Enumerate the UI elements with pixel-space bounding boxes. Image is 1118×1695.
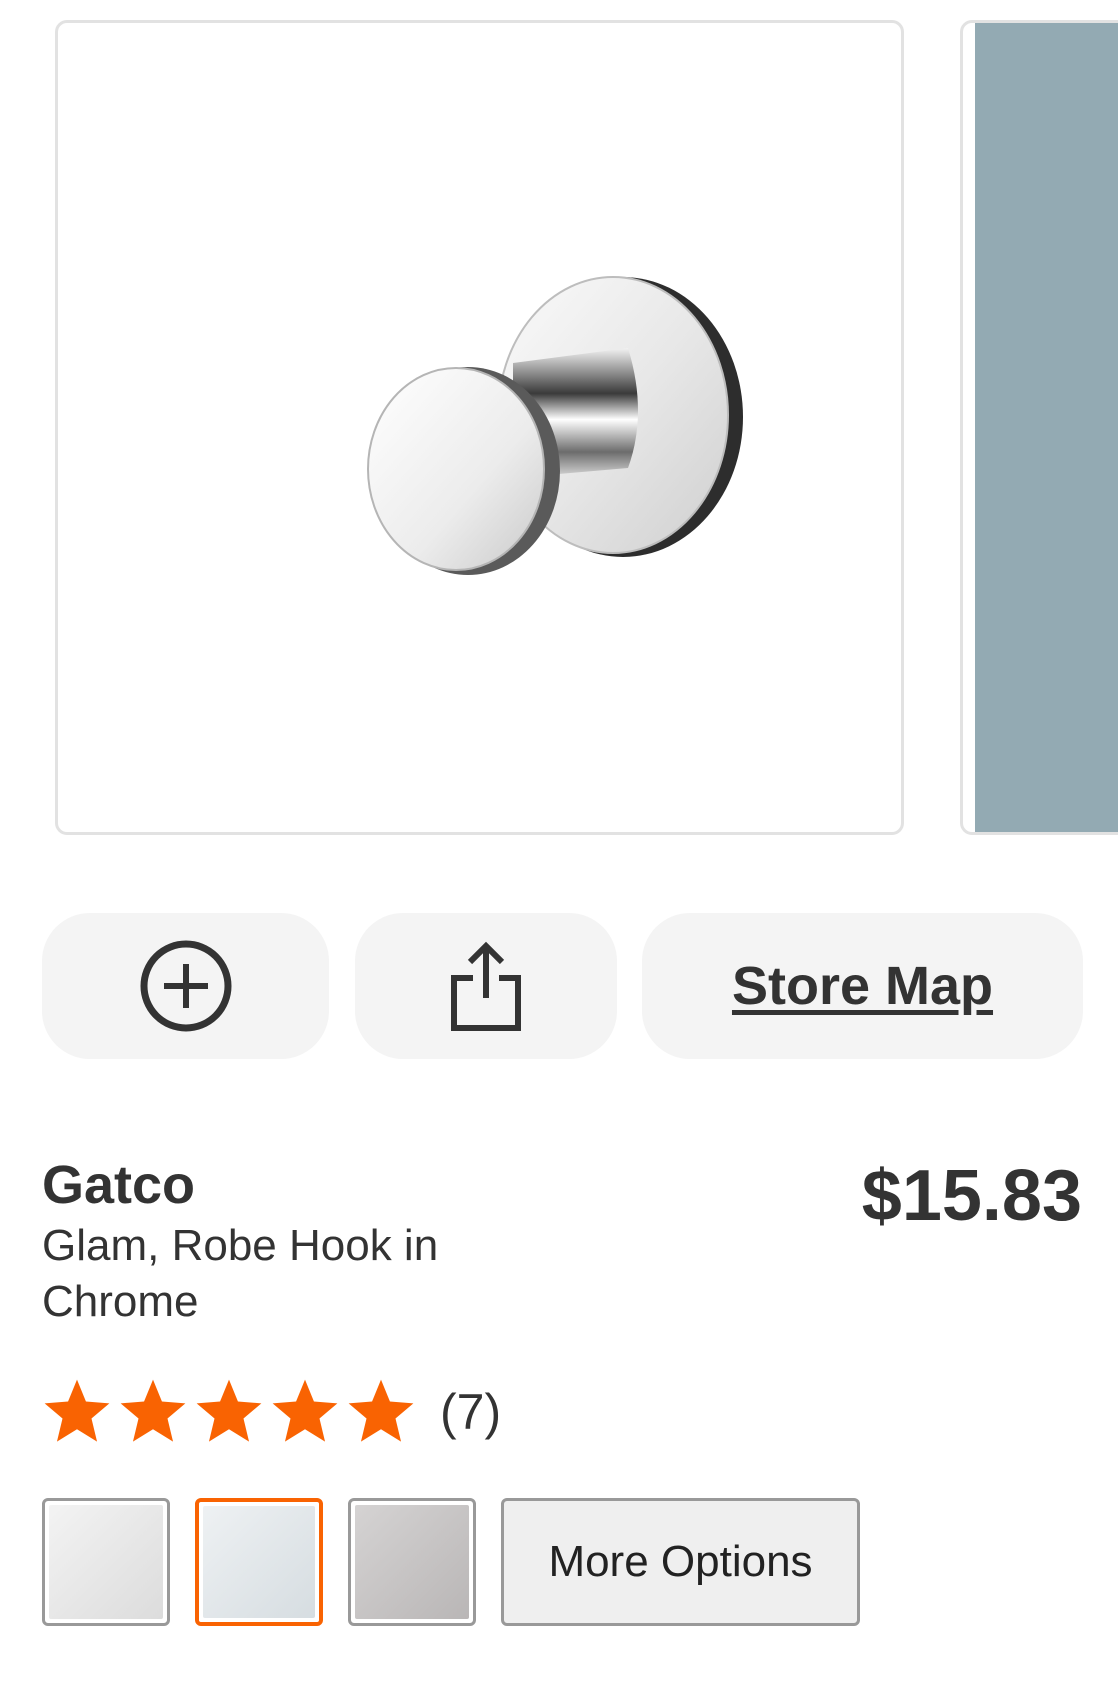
review-count[interactable]: (7) [440,1383,501,1441]
product-image [367,276,743,575]
swatch-chip [203,1506,315,1618]
store-map-button[interactable]: Store Map [642,913,1083,1059]
swatch-chip [355,1505,469,1619]
store-map-label: Store Map [731,956,994,1016]
swatch-option-2-selected[interactable] [195,1498,323,1626]
product-title: Glam, Robe Hook in Chrome [42,1221,439,1326]
swatch-chip [49,1505,163,1619]
swatch-option-3[interactable] [348,1498,476,1626]
share-button[interactable] [355,913,617,1059]
share-icon [451,941,521,1031]
star-icon [348,1379,414,1442]
star-icon [272,1379,338,1442]
rating-row[interactable]: (7) [40,1375,501,1449]
more-options-button[interactable]: More Options [501,1498,860,1626]
add-to-list-button[interactable] [42,913,329,1059]
product-price: $15.83 [861,1156,1082,1236]
star-icon [44,1379,110,1442]
star-icon [196,1379,262,1442]
option-swatches: More Options [42,1498,860,1626]
star-icon [120,1379,186,1442]
swatch-option-1[interactable] [42,1498,170,1626]
plus-circle-icon [140,940,231,1032]
product-brand: Gatco [42,1155,196,1215]
next-image-card[interactable] [960,20,1118,835]
star-rating [40,1375,420,1449]
image-carousel[interactable] [0,0,1118,840]
next-product-image [975,23,1118,832]
product-image-card[interactable] [55,20,904,835]
